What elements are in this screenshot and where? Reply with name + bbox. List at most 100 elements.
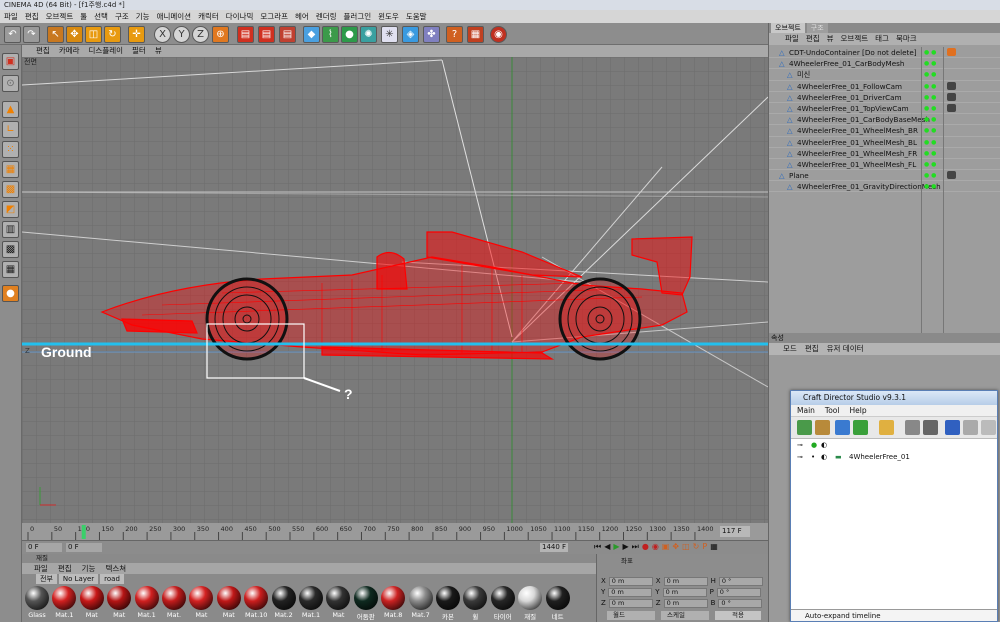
material-swatch[interactable]: Mat (325, 586, 351, 619)
scale-key-icon[interactable]: ◫ (682, 542, 690, 552)
timeline[interactable]: 0501001502002503003504004505005506006507… (22, 523, 768, 540)
coordinate-system-icon[interactable]: ⊕ (212, 26, 229, 43)
object-tag-icon[interactable] (947, 92, 956, 101)
craft-director-menu-item-0[interactable]: Main (797, 405, 815, 416)
object-row[interactable]: △ 4WheelerFree_01_GravityDirectionMesh ● ● (769, 181, 1000, 193)
last-tool-icon[interactable]: ✛ (128, 26, 145, 43)
material-swatch[interactable]: Mat. (161, 586, 187, 619)
visibility-dots-icon[interactable]: ● ● (924, 148, 938, 159)
material-menu-item-1[interactable]: 편집 (58, 563, 72, 574)
go-end-icon[interactable]: ⏭ (632, 542, 639, 552)
menu-item-10[interactable]: 모그라프 (260, 10, 288, 23)
object-tab-0[interactable]: 오브젝트 (771, 23, 805, 33)
object-tag-icon[interactable] (947, 48, 956, 56)
gamepad-icon[interactable] (923, 420, 938, 435)
coord-field[interactable]: 0 m (608, 598, 653, 608)
attribute-menu-item-2[interactable]: 유저 데이터 (827, 343, 864, 355)
menu-item-13[interactable]: 플러그인 (344, 10, 372, 23)
sculpt-icon[interactable]: ● (2, 285, 19, 302)
visibility-dots-icon[interactable]: ● ● (924, 181, 938, 192)
material-swatch[interactable]: 카본 (435, 586, 461, 621)
viewport-front[interactable]: 전면 Ground ? Z (22, 57, 768, 523)
prev-frame-icon[interactable]: ◀ (604, 542, 610, 552)
spline-icon[interactable]: ⌇ (322, 26, 339, 43)
material-swatch[interactable]: Mat (79, 586, 105, 619)
array-icon[interactable]: ✺ (360, 26, 377, 43)
object-menu-item-3[interactable]: 오브젝트 (841, 33, 869, 45)
object-tab-1[interactable]: 구조 (806, 23, 828, 33)
material-swatch[interactable]: Mat (216, 586, 242, 619)
material-menu-item-0[interactable]: 파일 (34, 563, 48, 574)
menu-item-1[interactable]: 편집 (25, 10, 39, 23)
menu-item-5[interactable]: 구조 (115, 10, 129, 23)
material-tab-0[interactable]: 전부 (36, 574, 57, 584)
object-row[interactable]: △ 4WheelerFree_01_FollowCam ● ● (769, 81, 1000, 92)
visibility-icon[interactable]: ● (811, 439, 817, 451)
material-swatch[interactable]: 재질 (517, 586, 543, 621)
deformer-icon[interactable]: ◈ (402, 26, 419, 43)
next-frame-icon[interactable]: ▶ (623, 542, 629, 552)
object-menu-item-4[interactable]: 태그 (875, 33, 889, 45)
render-settings-icon[interactable]: ▤ (279, 26, 296, 43)
coord-field[interactable]: 0 ° (718, 598, 763, 608)
object-row[interactable]: △ 미신 ● ● (769, 69, 1000, 81)
keyframe-selection-icon[interactable]: ▣ (662, 542, 670, 552)
environment-icon[interactable]: ✤ (423, 26, 440, 43)
visibility-dots-icon[interactable]: ● ● (924, 159, 938, 170)
viewport-menu-item-0[interactable]: 편집 (36, 45, 50, 57)
coord-field[interactable]: 0 ° (716, 587, 761, 597)
cube-icon[interactable]: ◆ (303, 26, 320, 43)
menu-item-12[interactable]: 렌더링 (316, 10, 337, 23)
camera-icon[interactable]: ? (446, 26, 463, 43)
object-row[interactable]: △ 4WheelerFree_01_WheelMesh_BR ● ● (769, 125, 1000, 137)
viewport-menu-item-3[interactable]: 필터 (132, 45, 146, 57)
coord-field[interactable]: 0 ° (718, 576, 763, 586)
craft-director-item-name[interactable]: 4WheelerFree_01 (849, 451, 910, 463)
copy-icon[interactable] (981, 420, 996, 435)
menu-item-4[interactable]: 선택 (94, 10, 108, 23)
viewport-menu-item-2[interactable]: 디스플레이 (89, 45, 124, 57)
grid-icon[interactable]: ▦ (2, 261, 19, 278)
render-view-icon[interactable]: ▤ (237, 26, 254, 43)
vehicle-icon[interactable] (797, 420, 812, 435)
menu-item-8[interactable]: 캐릭터 (198, 10, 219, 23)
tank-icon[interactable] (815, 420, 830, 435)
menu-item-9[interactable]: 다이나믹 (226, 10, 254, 23)
start-frame-field[interactable]: 0 F (26, 543, 62, 552)
points-mode-icon[interactable]: ⁙ (2, 141, 19, 158)
material-swatch[interactable]: Mat.1 (134, 586, 160, 619)
x-axis-icon[interactable]: X (154, 26, 171, 43)
z-axis-icon[interactable]: Z (192, 26, 209, 43)
visibility-dots-icon[interactable]: ● ● (924, 69, 938, 80)
apply-button[interactable]: 적용 (715, 611, 761, 620)
material-swatch[interactable]: 타이어 (490, 586, 516, 621)
visibility-dots-icon[interactable]: ● ● (924, 81, 938, 92)
material-swatch[interactable]: 어둠판 (353, 586, 379, 621)
material-swatch[interactable]: Mat.8 (380, 586, 406, 619)
visibility-dots-icon[interactable]: ● ● (924, 114, 938, 125)
material-swatch[interactable]: 휠 (462, 586, 488, 621)
rotation-key-icon[interactable]: ↻ (693, 542, 700, 552)
object-row[interactable]: △ 4WheelerFree_01_DriverCam ● ● (769, 92, 1000, 103)
object-row[interactable]: △ 4WheelerFree_01_TopViewCam ● ● (769, 103, 1000, 115)
position-key-icon[interactable]: ✥ (672, 542, 679, 552)
play-icon[interactable]: ▶ (613, 542, 619, 552)
pla-key-icon[interactable]: ▦ (710, 542, 718, 552)
object-tag-icon[interactable] (947, 103, 956, 112)
material-tab-2[interactable]: road (100, 574, 124, 584)
object-menu-item-2[interactable]: 뷰 (827, 33, 834, 45)
uv-mode-icon[interactable]: ◩ (2, 201, 19, 218)
attribute-menu-item-1[interactable]: 편집 (805, 343, 819, 355)
craft-director-item-row[interactable]: ⊸ • ◐ ▬ 4WheelerFree_01 (791, 451, 997, 463)
rotate-icon[interactable]: ↻ (104, 26, 121, 43)
object-row[interactable]: △ 4WheelerFree_01_WheelMesh_BL ● ● (769, 137, 1000, 148)
menu-item-7[interactable]: 애니메이션 (157, 10, 192, 23)
model-mode-icon[interactable]: ▣ (2, 53, 19, 70)
material-swatch[interactable]: Mat.7 (408, 586, 434, 619)
object-row[interactable]: △ 4WheelerFree_01_WheelMesh_FR ● ● (769, 148, 1000, 159)
start-marker-field[interactable]: 0 F (66, 543, 102, 552)
pointer-icon[interactable] (945, 420, 960, 435)
object-row[interactable]: △ 4WheelerFree_01_CarBodyBaseMesh ● ● (769, 114, 1000, 126)
material-swatch[interactable]: Mat.1 (298, 586, 324, 619)
menu-item-6[interactable]: 기능 (136, 10, 150, 23)
